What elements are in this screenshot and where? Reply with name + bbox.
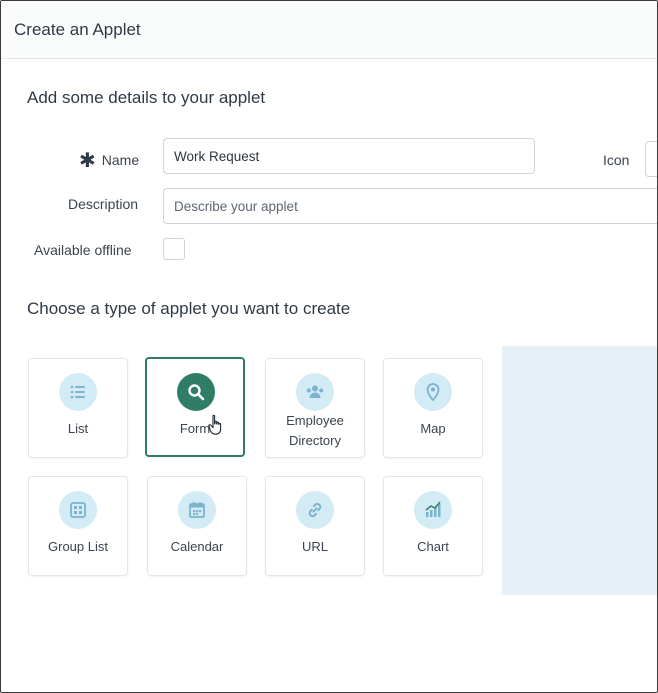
applet-type-label: Group List: [48, 539, 108, 554]
offline-checkbox[interactable]: [163, 238, 185, 260]
offline-label: Available offline: [34, 242, 132, 258]
applet-type-calendar[interactable]: Calendar: [147, 476, 247, 576]
description-label: Description: [68, 196, 139, 212]
applet-type-url[interactable]: URL: [265, 476, 365, 576]
calendar-icon: [178, 491, 216, 529]
required-asterisk-icon: ✱: [79, 150, 96, 172]
name-label-group: ✱ Name: [79, 146, 140, 172]
chart-icon: [414, 491, 452, 529]
search-icon: [177, 373, 215, 411]
map-pin-icon: [414, 373, 452, 411]
grid-icon: [59, 491, 97, 529]
create-applet-dialog: Create an Applet Add some details to you…: [0, 0, 658, 693]
description-input[interactable]: [163, 188, 657, 224]
applet-type-label: URL: [301, 539, 328, 554]
applet-preview-panel: [502, 346, 657, 595]
details-heading: Add some details to your applet: [27, 88, 266, 107]
applet-type-group-list[interactable]: Group List: [28, 476, 128, 576]
list-icon: [59, 373, 97, 411]
applet-type-label: Map: [420, 421, 446, 436]
applet-type-map[interactable]: Map: [383, 358, 483, 458]
link-icon: [296, 491, 334, 529]
applet-type-list[interactable]: List: [28, 358, 128, 458]
applet-type-employee-directory[interactable]: Employee Directory: [265, 358, 365, 458]
people-icon: [296, 373, 334, 411]
applet-type-chart[interactable]: Chart: [383, 476, 483, 576]
name-label: Name: [101, 152, 140, 168]
name-input[interactable]: [163, 138, 535, 174]
dialog-header: Create an Applet: [1, 1, 657, 59]
hand-cursor-icon: [208, 414, 222, 435]
applet-type-form[interactable]: Form: [145, 357, 245, 457]
applet-type-label: List: [67, 421, 89, 436]
types-heading: Choose a type of applet you want to crea…: [27, 299, 351, 318]
dialog-title: Create an Applet: [14, 20, 141, 39]
applet-type-label: Employee Directory: [286, 413, 344, 448]
icon-label: Icon: [603, 152, 630, 168]
applet-type-label: Calendar: [170, 539, 224, 554]
icon-picker[interactable]: [645, 141, 657, 177]
applet-type-label: Chart: [417, 539, 449, 554]
